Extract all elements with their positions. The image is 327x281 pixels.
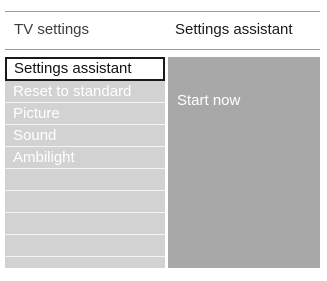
submenu-title: Settings assistant	[175, 21, 293, 38]
menu-item-ambilight[interactable]: Ambilight	[5, 147, 165, 169]
menu-item-picture[interactable]: Picture	[5, 103, 165, 125]
menu-item-settings-assistant[interactable]: Settings assistant	[5, 57, 165, 81]
menu-item-empty-3	[5, 213, 165, 235]
start-now-option[interactable]: Start now	[177, 92, 240, 109]
menu-item-empty-1	[5, 169, 165, 191]
menu-item-reset-to-standard[interactable]: Reset to standard	[5, 81, 165, 103]
menu-item-sound[interactable]: Sound	[5, 125, 165, 147]
menu-item-empty-4	[5, 235, 165, 257]
menu-header: TV settings Settings assistant	[5, 11, 320, 50]
settings-list: Settings assistant Reset to standard Pic…	[5, 57, 165, 268]
menu-item-empty-2	[5, 191, 165, 213]
settings-assistant-panel: Start now	[168, 57, 320, 268]
menu-title: TV settings	[14, 21, 90, 38]
tv-settings-menu: TV settings Settings assistant Settings …	[5, 11, 320, 268]
